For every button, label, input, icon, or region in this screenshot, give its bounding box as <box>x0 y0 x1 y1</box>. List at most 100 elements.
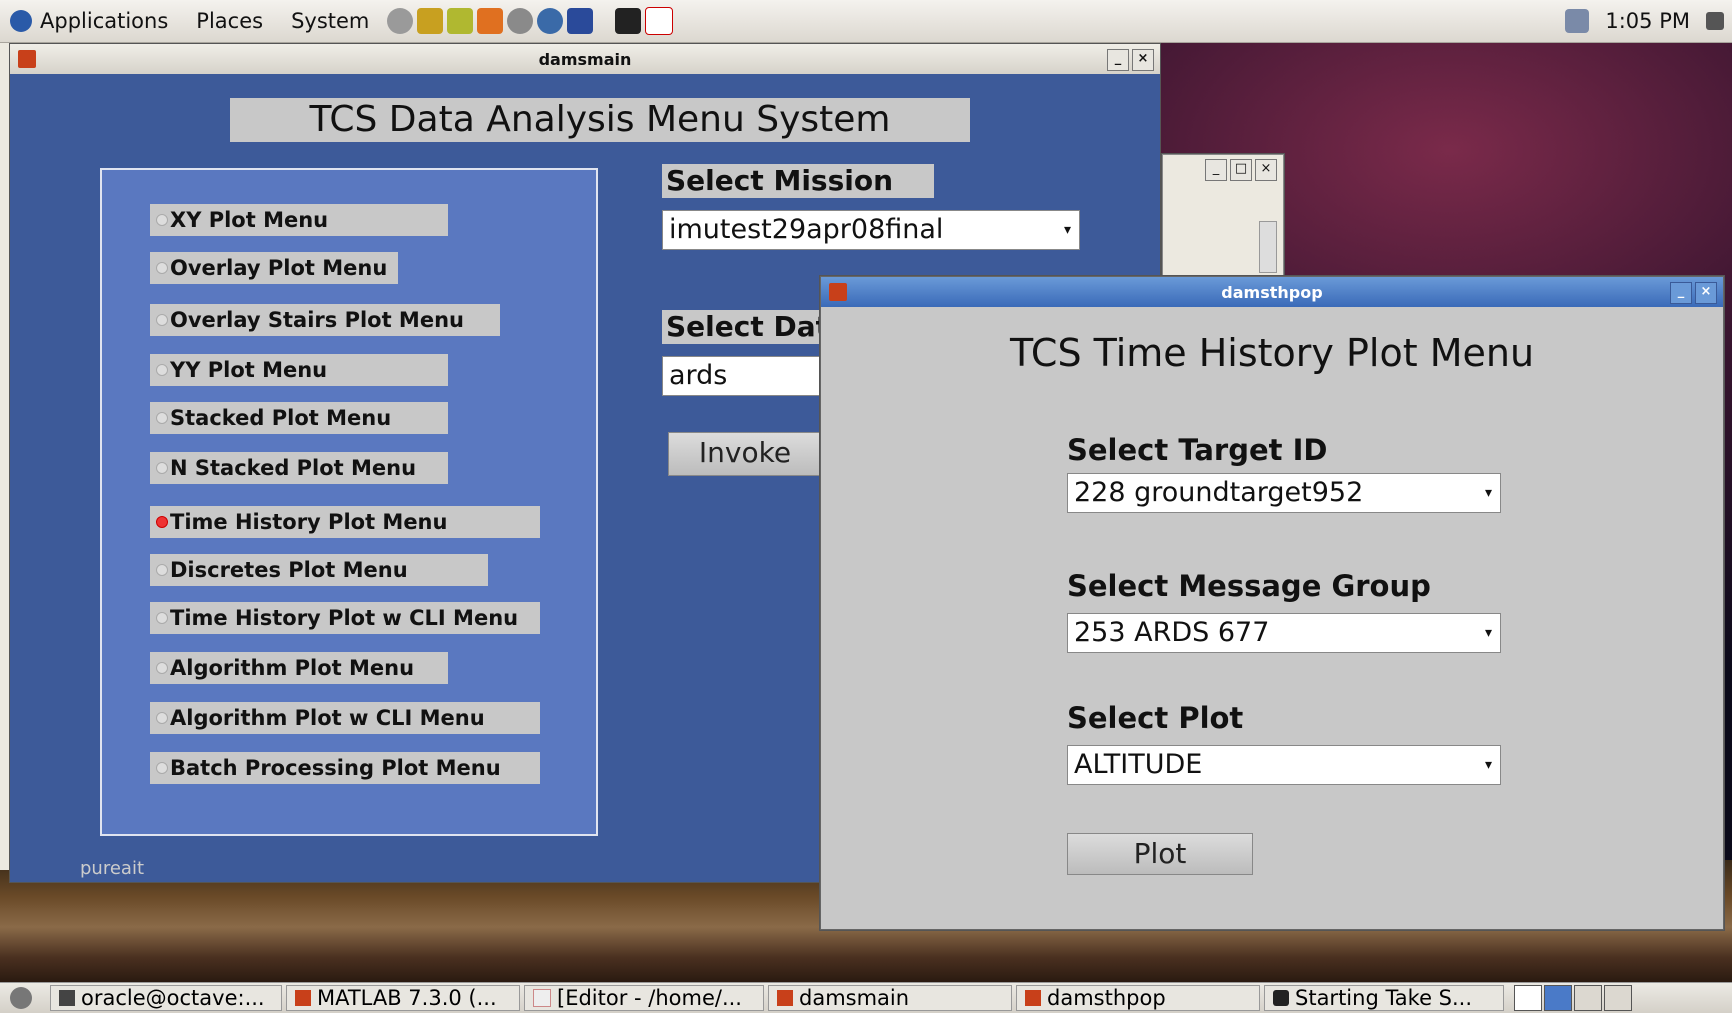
radio-dot-icon <box>156 612 168 624</box>
radio-label: XY Plot Menu <box>170 208 329 232</box>
radio-dot-icon <box>156 662 168 674</box>
browser-launcher-icon[interactable] <box>537 8 564 34</box>
matlab-icon <box>1025 990 1041 1006</box>
radio-xy-plot-menu[interactable]: XY Plot Menu <box>150 204 448 236</box>
workspace-1[interactable] <box>1514 985 1542 1011</box>
matlab-icon <box>295 990 311 1006</box>
radio-yy-plot-menu[interactable]: YY Plot Menu <box>150 354 448 386</box>
message-group-select[interactable]: 253 ARDS 677 ▾ <box>1067 613 1501 653</box>
terminal-icon <box>59 990 75 1006</box>
radio-dot-icon <box>156 364 168 376</box>
radio-discretes-plot-menu[interactable]: Discretes Plot Menu <box>150 554 488 586</box>
window-controls: _ × <box>1670 282 1717 304</box>
taskbar-item-terminal[interactable]: oracle@octave:... <box>50 985 282 1011</box>
applications-label: Applications <box>40 9 169 33</box>
background-window-controls: _ □ × <box>1205 159 1277 181</box>
system-tray: 1:05 PM <box>1565 0 1724 42</box>
radio-algorithm-plot-w-cli-menu[interactable]: Algorithm Plot w CLI Menu <box>150 702 540 734</box>
radio-batch-processing-plot-menu[interactable]: Batch Processing Plot Menu <box>150 752 540 784</box>
help-launcher-icon[interactable] <box>387 8 414 34</box>
minimize-icon[interactable]: _ <box>1205 159 1227 181</box>
minimize-icon[interactable]: _ <box>1670 282 1692 304</box>
chevron-down-icon: ▾ <box>1484 757 1492 773</box>
camera-launcher-icon[interactable] <box>615 8 642 34</box>
taskbar-item-take-screenshot[interactable]: Starting Take S... <box>1264 985 1504 1011</box>
radio-stacked-plot-menu[interactable]: Stacked Plot Menu <box>150 402 448 434</box>
chevron-down-icon: ▾ <box>1063 222 1071 238</box>
system-label: System <box>291 9 370 33</box>
radio-label: Time History Plot Menu <box>170 510 448 534</box>
window-controls: _ × <box>1107 49 1154 71</box>
clock[interactable]: 1:05 PM <box>1605 9 1690 33</box>
maximize-icon[interactable]: □ <box>1230 159 1252 181</box>
invoke-button[interactable]: Invoke <box>668 432 822 476</box>
editor-launcher-icon[interactable] <box>417 8 444 34</box>
close-icon[interactable]: × <box>1132 49 1154 71</box>
radio-label: Discretes Plot Menu <box>170 558 408 582</box>
text-launcher-icon[interactable] <box>477 8 504 34</box>
applications-menu[interactable]: Applications <box>10 9 168 33</box>
taskbar-item-editor[interactable]: [Editor - /home/... <box>524 985 764 1011</box>
close-icon[interactable]: × <box>1255 159 1277 181</box>
damsmain-titlebar[interactable]: damsmain _ × <box>10 44 1160 74</box>
chevron-down-icon: ▾ <box>1484 625 1492 641</box>
radio-dot-icon <box>156 762 168 774</box>
task-label: [Editor - /home/... <box>557 986 742 1010</box>
popup-title: TCS Time History Plot Menu <box>1009 331 1535 375</box>
system-menu[interactable]: System <box>291 9 369 33</box>
task-label: damsthpop <box>1047 986 1166 1010</box>
workspace-2[interactable] <box>1544 985 1572 1011</box>
plot-button[interactable]: Plot <box>1067 833 1253 875</box>
data-select[interactable]: ards <box>662 356 822 396</box>
taskbar-item-damsthpop[interactable]: damsthpop <box>1016 985 1260 1011</box>
volume-icon[interactable] <box>1706 12 1724 30</box>
mission-value: imutest29apr08final <box>669 214 944 245</box>
scrollbar[interactable] <box>1259 221 1277 273</box>
task-label: Starting Take S... <box>1295 986 1473 1010</box>
radio-n-stacked-plot-menu[interactable]: N Stacked Plot Menu <box>150 452 448 484</box>
damsthpop-titlebar[interactable]: damsthpop _ × <box>821 277 1723 307</box>
taskbar-item-damsmain[interactable]: damsmain <box>768 985 1012 1011</box>
workspace-3[interactable] <box>1574 985 1602 1011</box>
background-window: _ □ × <box>1162 154 1284 276</box>
workspace-4[interactable] <box>1604 985 1632 1011</box>
select-mission-label: Select Mission <box>662 164 934 198</box>
radio-label: Time History Plot w CLI Menu <box>170 606 519 630</box>
taskbar: oracle@octave:... MATLAB 7.3.0 (... [Edi… <box>0 982 1732 1013</box>
select-plot-label: Select Plot <box>1067 701 1244 735</box>
radio-time-history-plot-w-cli-menu[interactable]: Time History Plot w CLI Menu <box>150 602 540 634</box>
data-value: ards <box>669 360 728 391</box>
camera-icon <box>1273 990 1289 1006</box>
radio-overlay-stairs-plot-menu[interactable]: Overlay Stairs Plot Menu <box>150 304 500 336</box>
screen-launcher-icon[interactable] <box>567 8 594 34</box>
network-icon[interactable] <box>1565 9 1590 33</box>
task-label: oracle@octave:... <box>81 986 265 1010</box>
radio-overlay-plot-menu[interactable]: Overlay Plot Menu <box>150 252 398 284</box>
places-menu[interactable]: Places <box>196 9 263 33</box>
close-icon[interactable]: × <box>1695 282 1717 304</box>
radio-time-history-plot-menu[interactable]: Time History Plot Menu <box>150 506 540 538</box>
radio-dot-icon <box>156 564 168 576</box>
message-group-value: 253 ARDS 677 <box>1074 617 1270 648</box>
mission-select[interactable]: imutest29apr08final ▾ <box>662 210 1080 250</box>
workspace-switcher[interactable] <box>1514 985 1632 1011</box>
show-desktop-icon[interactable] <box>10 987 32 1009</box>
files-launcher-icon[interactable] <box>447 8 474 34</box>
radio-label: Algorithm Plot Menu <box>170 656 415 680</box>
target-id-select[interactable]: 228 groundtarget952 ▾ <box>1067 473 1501 513</box>
matlab-icon <box>18 50 36 68</box>
task-label: damsmain <box>799 986 910 1010</box>
radio-label: Algorithm Plot w CLI Menu <box>170 706 485 730</box>
minimize-icon[interactable]: _ <box>1107 49 1129 71</box>
taskbar-item-matlab[interactable]: MATLAB 7.3.0 (... <box>286 985 520 1011</box>
radio-algorithm-plot-menu[interactable]: Algorithm Plot Menu <box>150 652 448 684</box>
radio-label: Batch Processing Plot Menu <box>170 756 501 780</box>
mail-launcher-icon[interactable] <box>507 8 534 34</box>
radio-dot-icon <box>156 412 168 424</box>
select-data-label: Select Dat <box>662 310 822 344</box>
pdf-launcher-icon[interactable] <box>645 7 674 35</box>
radio-label: N Stacked Plot Menu <box>170 456 417 480</box>
plot-select[interactable]: ALTITUDE ▾ <box>1067 745 1501 785</box>
places-label: Places <box>196 9 264 33</box>
gnome-foot-icon <box>10 10 32 32</box>
